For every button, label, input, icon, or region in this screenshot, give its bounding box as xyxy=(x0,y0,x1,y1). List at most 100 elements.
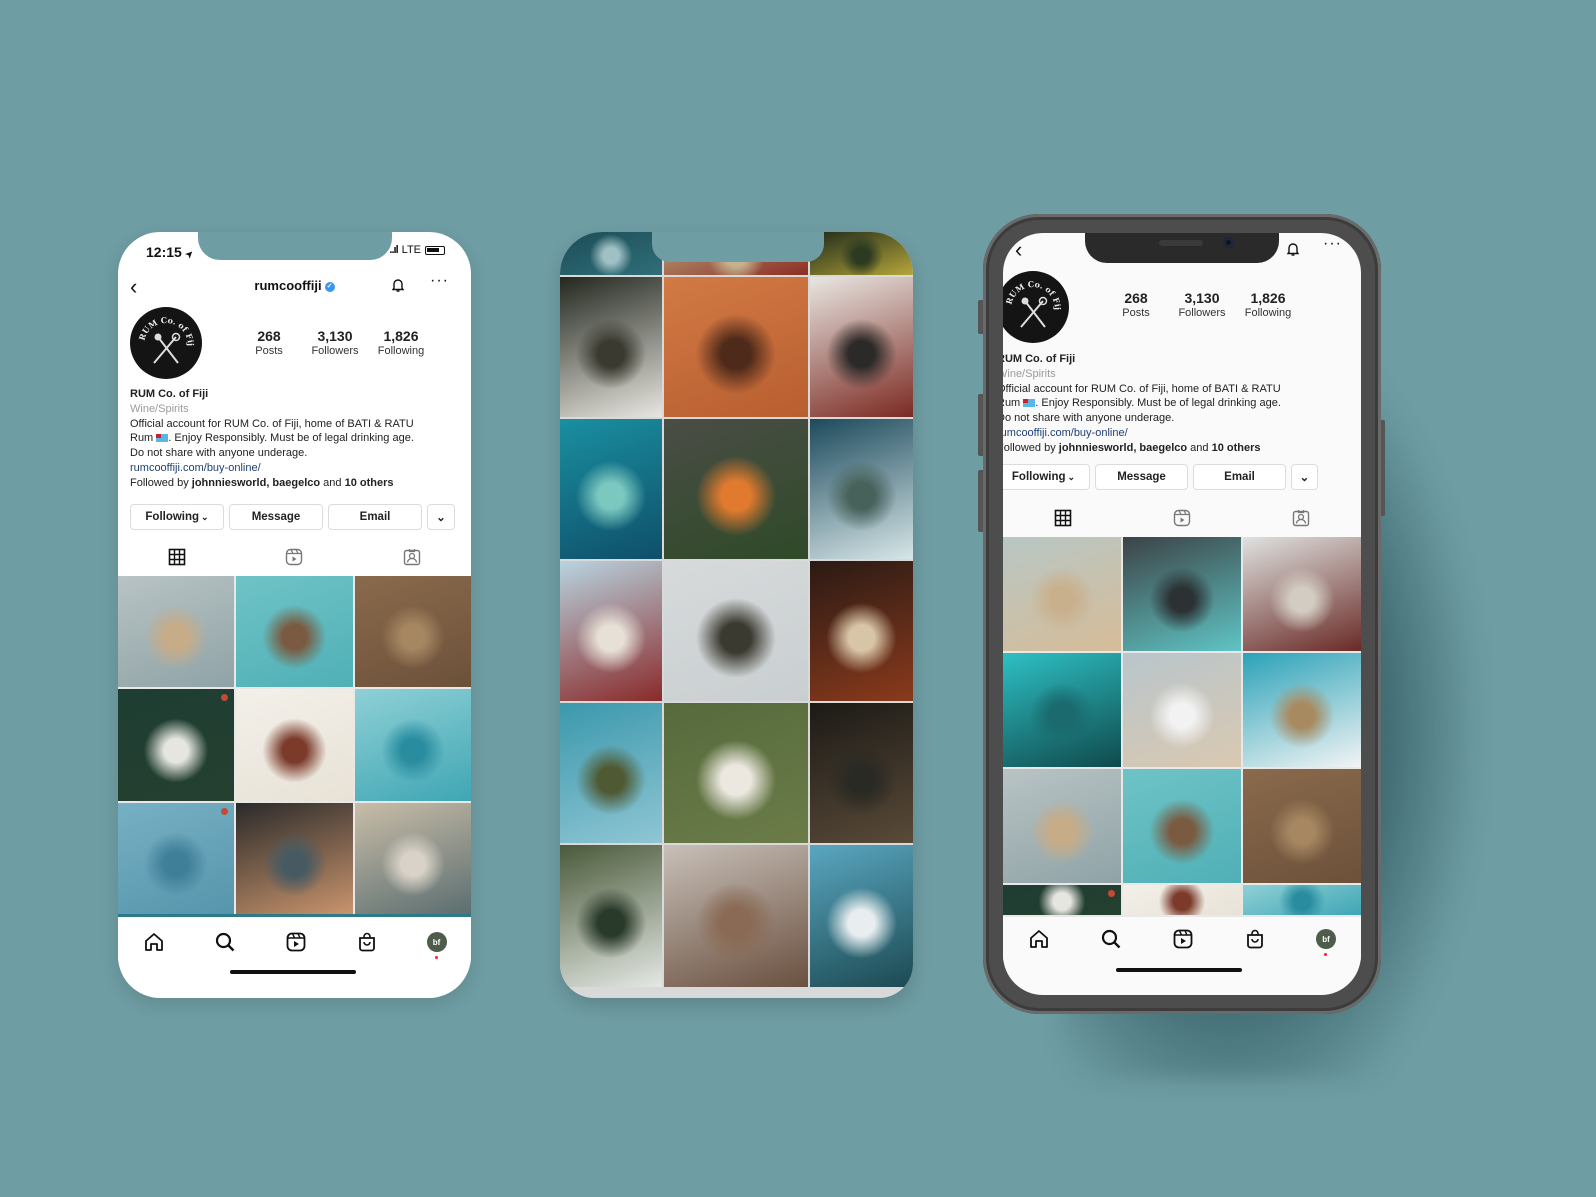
message-button[interactable]: Message xyxy=(229,504,323,530)
tab-tagged-icon[interactable] xyxy=(403,548,421,566)
profile-website-link[interactable]: rumcooffiji.com/buy-online/ xyxy=(1003,426,1357,441)
post-thumbnail[interactable] xyxy=(560,703,662,843)
post-thumbnail[interactable] xyxy=(236,576,353,688)
post-thumbnail[interactable] xyxy=(1123,653,1241,767)
post-thumbnail[interactable] xyxy=(1243,537,1361,651)
profile-category: Wine/Spirits xyxy=(130,402,189,415)
reels-icon[interactable] xyxy=(1172,928,1194,950)
search-icon[interactable] xyxy=(214,931,236,953)
post-thumbnail[interactable] xyxy=(1123,769,1241,883)
home-icon[interactable] xyxy=(143,931,165,953)
svg-text:RUM Co. of Fiji: RUM Co. of Fiji xyxy=(130,307,196,346)
more-options-icon[interactable]: ··· xyxy=(430,272,449,290)
notification-bell-icon[interactable] xyxy=(1285,241,1301,257)
post-thumbnail[interactable] xyxy=(1003,653,1121,767)
post-badge-icon xyxy=(221,807,229,815)
post-thumbnail[interactable] xyxy=(1243,885,1361,915)
message-button[interactable]: Message xyxy=(1095,464,1188,490)
stat-followers[interactable]: 3,130 Followers xyxy=(302,328,368,357)
post-thumbnail[interactable] xyxy=(810,419,913,559)
post-thumbnail[interactable] xyxy=(664,845,808,987)
post-grid xyxy=(118,576,471,914)
shop-icon[interactable] xyxy=(356,931,378,953)
email-button[interactable]: Email xyxy=(328,504,422,530)
post-thumbnail[interactable] xyxy=(354,802,471,914)
following-button[interactable]: Following ⌄ xyxy=(1003,464,1090,490)
stat-following[interactable]: 1,826 Following xyxy=(1235,290,1301,319)
home-icon[interactable] xyxy=(1028,928,1050,950)
tab-reels-icon[interactable] xyxy=(285,548,303,566)
profile-category: Wine/Spirits xyxy=(1003,367,1056,380)
post-thumbnail[interactable] xyxy=(1123,537,1241,651)
post-thumbnail[interactable] xyxy=(236,802,353,914)
post-thumbnail[interactable] xyxy=(560,845,662,987)
tab-grid-icon[interactable] xyxy=(168,548,186,566)
post-thumbnail[interactable] xyxy=(354,576,471,688)
profile-avatar[interactable]: RUM Co. of Fiji xyxy=(1003,271,1069,343)
post-thumbnail[interactable] xyxy=(810,277,913,417)
tab-grid-icon[interactable] xyxy=(1054,509,1072,527)
post-thumbnail[interactable] xyxy=(560,232,662,275)
tab-reels-icon[interactable] xyxy=(1173,509,1191,527)
extended-post-grid xyxy=(560,232,913,998)
profile-actions: Following ⌄ Message Email ⌄ xyxy=(1003,464,1351,490)
post-thumbnail[interactable] xyxy=(664,703,808,843)
chevron-down-icon: ⌄ xyxy=(201,511,209,522)
post-thumbnail[interactable] xyxy=(1243,769,1361,883)
shop-icon[interactable] xyxy=(1244,928,1266,950)
post-thumbnail[interactable] xyxy=(560,419,662,559)
profile-nav-avatar[interactable]: bf xyxy=(1316,929,1336,956)
post-thumbnail[interactable] xyxy=(236,689,353,801)
post-thumbnail[interactable] xyxy=(118,802,235,914)
divider xyxy=(118,914,471,917)
post-thumbnail[interactable] xyxy=(560,561,662,701)
suggested-dropdown-button[interactable]: ⌄ xyxy=(1291,464,1318,490)
post-thumbnail[interactable] xyxy=(664,419,808,559)
home-indicator xyxy=(230,970,356,974)
post-thumbnail[interactable] xyxy=(1003,769,1121,883)
followed-by[interactable]: Followed by johnniesworld, baegelco and … xyxy=(1003,441,1357,456)
post-thumbnail[interactable] xyxy=(664,561,808,701)
bio-line: Rum . Enjoy Responsibly. Must be of lega… xyxy=(1003,397,1281,410)
front-camera xyxy=(1223,237,1234,248)
following-button[interactable]: Following ⌄ xyxy=(130,504,224,530)
post-thumbnail[interactable] xyxy=(810,703,913,843)
speaker-grille xyxy=(1159,240,1203,246)
profile-avatar[interactable]: RUM Co. of Fiji xyxy=(130,307,202,379)
profile-username: rumcooffiji ✓ xyxy=(118,278,471,293)
post-thumbnail[interactable] xyxy=(1123,885,1241,915)
stat-posts[interactable]: 268 Posts xyxy=(236,328,302,357)
chevron-down-icon: ⌄ xyxy=(1067,471,1076,482)
phone-mockup-right: ‹ ··· RUM Co. of Fiji 268Posts 3,130Foll… xyxy=(1003,233,1361,995)
post-thumbnail[interactable] xyxy=(810,561,913,701)
email-button[interactable]: Email xyxy=(1193,464,1286,490)
post-badge-icon xyxy=(1108,890,1115,897)
status-bar: 12:15 ➤ ..ıl LTE xyxy=(146,244,445,262)
notification-bell-icon[interactable] xyxy=(390,277,406,293)
back-button[interactable]: ‹ xyxy=(1015,239,1022,261)
status-indicators: ..ıl LTE xyxy=(389,244,445,256)
post-thumbnail[interactable] xyxy=(560,277,662,417)
post-thumbnail[interactable] xyxy=(664,277,808,417)
search-icon[interactable] xyxy=(1100,928,1122,950)
tab-tagged-icon[interactable] xyxy=(1292,509,1310,527)
post-thumbnail[interactable] xyxy=(1003,537,1121,651)
followed-by[interactable]: Followed by johnniesworld, baegelco and … xyxy=(130,476,463,491)
signal-icon: ..ıl xyxy=(389,244,398,256)
post-thumbnail[interactable] xyxy=(810,845,913,987)
stat-following[interactable]: 1,826 Following xyxy=(368,328,434,357)
post-thumbnail[interactable] xyxy=(1243,653,1361,767)
profile-nav-avatar[interactable]: bf xyxy=(426,932,447,959)
more-options-icon[interactable]: ··· xyxy=(1323,235,1342,253)
reels-icon[interactable] xyxy=(285,931,307,953)
stat-posts[interactable]: 268 Posts xyxy=(1103,290,1169,319)
post-thumbnail[interactable] xyxy=(118,576,235,688)
profile-name: RUM Co. of Fiji xyxy=(130,388,209,400)
post-thumbnail[interactable] xyxy=(118,689,235,801)
post-thumbnail[interactable] xyxy=(1003,885,1121,915)
post-thumbnail[interactable] xyxy=(354,689,471,801)
profile-website-link[interactable]: rumcooffiji.com/buy-online/ xyxy=(130,461,463,476)
post-thumbnail[interactable] xyxy=(810,232,913,275)
suggested-dropdown-button[interactable]: ⌄ xyxy=(427,504,455,530)
stat-followers[interactable]: 3,130 Followers xyxy=(1169,290,1235,319)
